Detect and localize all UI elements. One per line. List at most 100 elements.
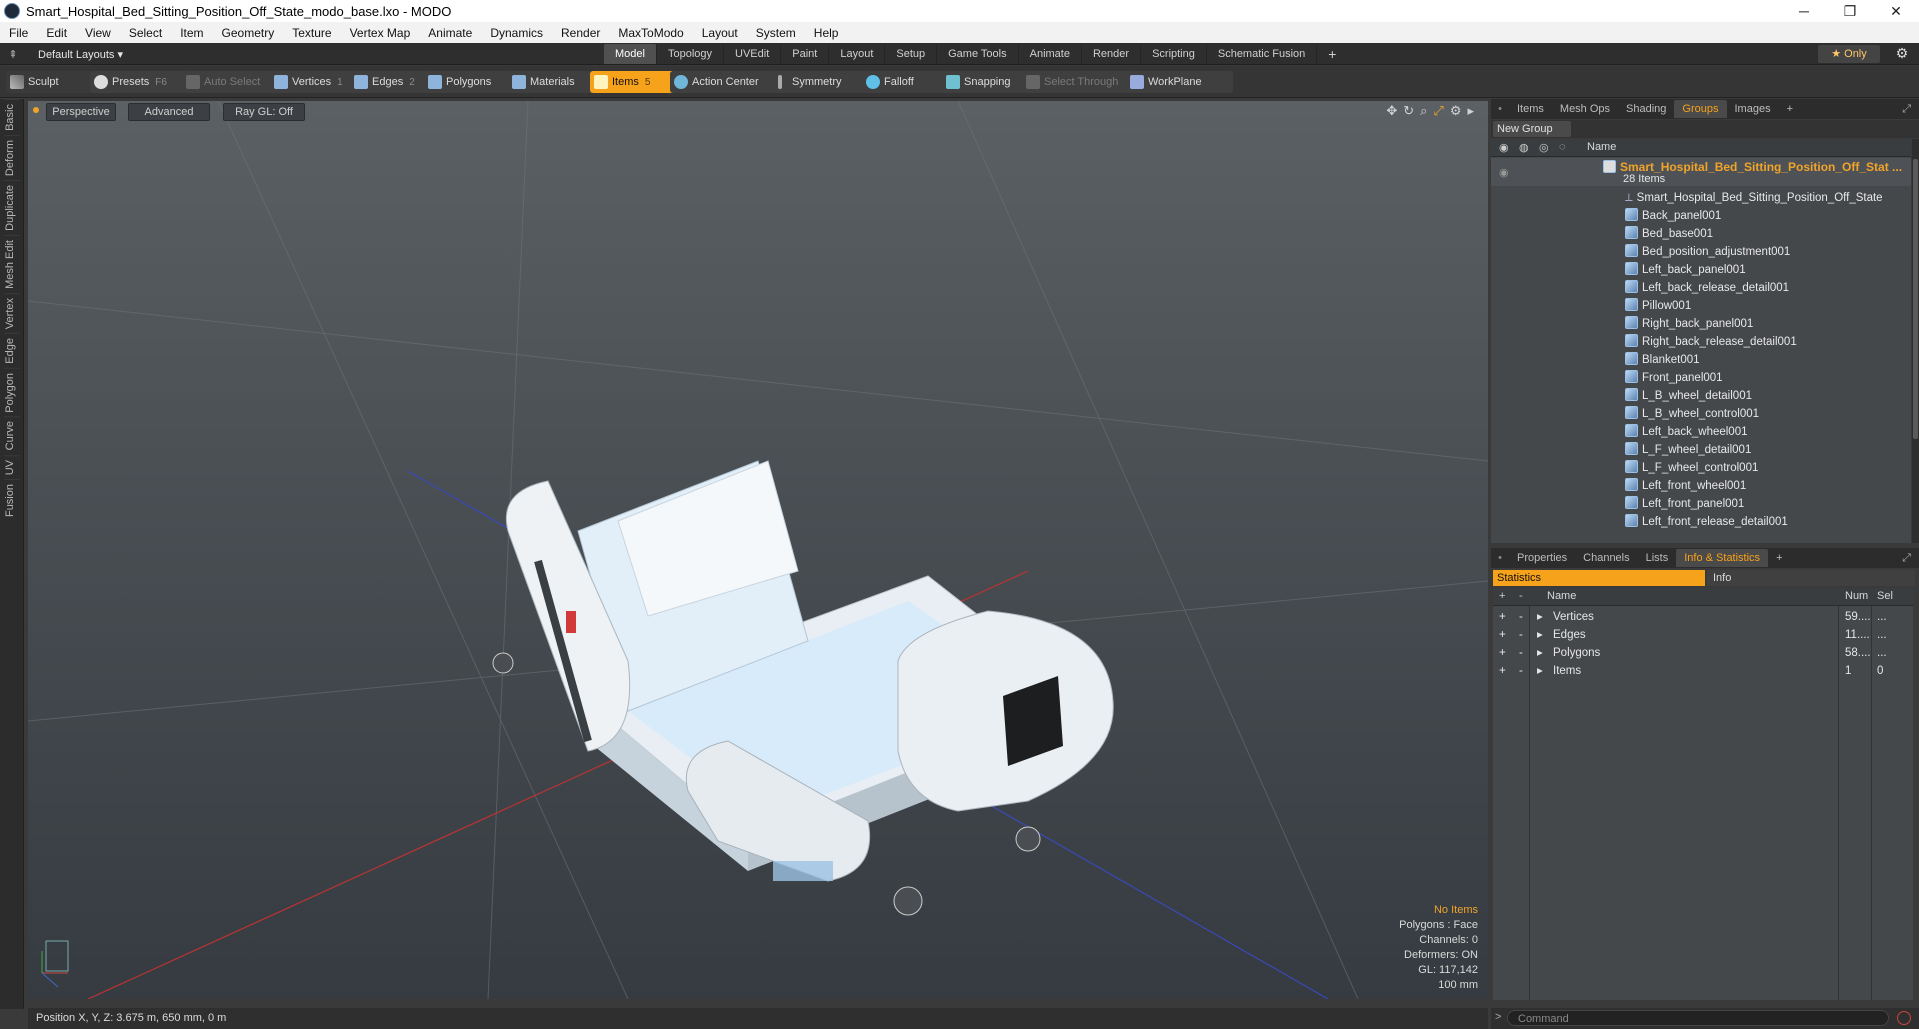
collapse-arrow-icon[interactable]: ⇞: [0, 48, 26, 61]
settings-gear-icon[interactable]: ⚙: [1892, 45, 1912, 63]
tab-lists[interactable]: Lists: [1638, 549, 1677, 567]
menu-maxtomodo[interactable]: MaxToModo: [609, 26, 692, 40]
tab-channels[interactable]: Channels: [1575, 549, 1637, 567]
menu-geometry[interactable]: Geometry: [213, 26, 284, 40]
stat-expand-plus-icon[interactable]: +: [1499, 662, 1506, 680]
stat-num-column-header[interactable]: Num: [1845, 590, 1868, 602]
tab-basic[interactable]: Basic: [3, 99, 20, 135]
rotate-icon[interactable]: ↻: [1403, 103, 1414, 119]
zoom-icon[interactable]: ⌕: [1420, 103, 1427, 119]
tab-scripting[interactable]: Scripting: [1141, 44, 1207, 64]
tab-layout[interactable]: Layout: [829, 44, 886, 64]
render-icon[interactable]: ◍: [1519, 141, 1529, 154]
stat-row-polygons[interactable]: + - ▸ Polygons 58.... ...: [1493, 644, 1907, 662]
info-panel-menu-dot-icon[interactable]: •: [1491, 552, 1509, 564]
hospital-bed-model[interactable]: [492, 460, 1114, 916]
stat-expand-plus-icon[interactable]: +: [1499, 626, 1506, 644]
list-item[interactable]: L_B_wheel_detail001: [1625, 387, 1752, 405]
menu-edit[interactable]: Edit: [37, 26, 76, 40]
minimize-button[interactable]: ─: [1781, 0, 1827, 22]
list-item[interactable]: Bed_position_adjustment001: [1625, 243, 1790, 261]
viewport-more-arrow-icon[interactable]: ▸: [1467, 103, 1474, 119]
tab-edge[interactable]: Edge: [3, 332, 20, 368]
collapse-all-minus-icon[interactable]: -: [1519, 590, 1523, 602]
list-item[interactable]: Right_back_release_detail001: [1625, 333, 1797, 351]
tab-paint[interactable]: Paint: [781, 44, 830, 64]
menu-help[interactable]: Help: [805, 26, 848, 40]
expand-all-plus-icon[interactable]: +: [1499, 590, 1505, 602]
fit-icon[interactable]: ⤢: [1433, 103, 1443, 119]
group-visibility-eye-icon[interactable]: ◉: [1499, 166, 1509, 179]
viewport-settings-gear-icon[interactable]: ⚙: [1450, 103, 1462, 119]
tab-topology[interactable]: Topology: [657, 44, 725, 64]
tab-images[interactable]: Images: [1727, 100, 1779, 118]
expand-panel-icon[interactable]: ⤢: [1902, 103, 1911, 116]
list-item[interactable]: L_B_wheel_control001: [1625, 405, 1759, 423]
tab-deform[interactable]: Deform: [3, 134, 20, 180]
tab-groups[interactable]: Groups: [1674, 100, 1727, 118]
stat-sel-column-header[interactable]: Sel: [1877, 590, 1893, 602]
add-info-tab-button[interactable]: +: [1768, 549, 1790, 567]
panel-menu-dot-icon[interactable]: •: [1491, 103, 1509, 115]
tab-polygon[interactable]: Polygon: [3, 367, 20, 417]
stat-triangle-icon[interactable]: ▸: [1537, 644, 1543, 662]
list-item[interactable]: Left_front_panel001: [1625, 495, 1744, 513]
advanced-dropdown[interactable]: Advanced: [128, 103, 210, 121]
list-item[interactable]: Right_back_panel001: [1625, 315, 1753, 333]
groups-scrollbar[interactable]: [1912, 139, 1919, 543]
statistics-subtab[interactable]: Statistics: [1493, 570, 1705, 586]
list-item[interactable]: Pillow001: [1625, 297, 1691, 315]
maximize-button[interactable]: ❐: [1827, 0, 1873, 22]
stat-triangle-icon[interactable]: ▸: [1537, 626, 1543, 644]
stat-expand-plus-icon[interactable]: +: [1499, 608, 1506, 626]
name-column-header[interactable]: Name: [1587, 141, 1616, 153]
viewport-menu-dot-icon[interactable]: [33, 107, 39, 113]
add-tab-button[interactable]: +: [1317, 44, 1347, 64]
3d-viewport[interactable]: Perspective Advanced Ray GL: Off ✥ ↻ ⌕ ⤢…: [28, 101, 1488, 999]
stat-triangle-icon[interactable]: ▸: [1537, 662, 1543, 680]
tab-game-tools[interactable]: Game Tools: [937, 44, 1019, 64]
list-item[interactable]: Blanket001: [1625, 351, 1700, 369]
list-item[interactable]: Left_front_release_detail001: [1625, 513, 1788, 531]
tab-model[interactable]: Model: [604, 44, 657, 64]
stat-expand-plus-icon[interactable]: +: [1499, 644, 1506, 662]
tab-duplicate[interactable]: Duplicate: [3, 179, 20, 235]
stat-row-vertices[interactable]: + - ▸ Vertices 59.... ...: [1493, 608, 1907, 626]
add-panel-tab-button[interactable]: +: [1779, 100, 1801, 118]
stat-triangle-icon[interactable]: ▸: [1537, 608, 1543, 626]
menu-layout[interactable]: Layout: [693, 26, 747, 40]
perspective-dropdown[interactable]: Perspective: [46, 103, 116, 121]
tab-properties[interactable]: Properties: [1509, 549, 1575, 567]
menu-dynamics[interactable]: Dynamics: [481, 26, 552, 40]
stat-collapse-minus-icon[interactable]: -: [1519, 608, 1523, 626]
command-input[interactable]: Command: [1507, 1010, 1889, 1026]
list-item[interactable]: Left_front_wheel001: [1625, 477, 1746, 495]
tab-uv[interactable]: UV: [3, 454, 20, 480]
list-item-root[interactable]: ⟂ Smart_Hospital_Bed_Sitting_Position_Off…: [1625, 189, 1883, 207]
info-subtab[interactable]: Info: [1707, 570, 1915, 586]
stat-collapse-minus-icon[interactable]: -: [1519, 662, 1523, 680]
close-button[interactable]: ✕: [1873, 0, 1919, 22]
tab-vertex[interactable]: Vertex: [3, 292, 20, 333]
tab-schematic-fusion[interactable]: Schematic Fusion: [1207, 44, 1318, 64]
tab-fusion[interactable]: Fusion: [3, 479, 20, 522]
command-record-icon[interactable]: [1897, 1011, 1911, 1025]
layouts-dropdown[interactable]: ⇞ Default Layouts ▾: [0, 43, 123, 65]
tab-render[interactable]: Render: [1082, 44, 1142, 64]
menu-item[interactable]: Item: [171, 26, 212, 40]
list-item[interactable]: Left_back_wheel001: [1625, 423, 1748, 441]
list-item[interactable]: Back_panel001: [1625, 207, 1721, 225]
menu-animate[interactable]: Animate: [419, 26, 481, 40]
tab-animate[interactable]: Animate: [1019, 44, 1082, 64]
workplane-button[interactable]: WorkPlane: [1126, 71, 1233, 93]
menu-texture[interactable]: Texture: [283, 26, 340, 40]
tab-uvedit[interactable]: UVEdit: [724, 44, 782, 64]
group-row[interactable]: ◉ Smart_Hospital_Bed_Sitting_Position_Of…: [1491, 158, 1911, 186]
stat-row-items[interactable]: + - ▸ Items 1 0: [1493, 662, 1907, 680]
visibility-eye-icon[interactable]: ◉: [1499, 141, 1511, 154]
tab-shading[interactable]: Shading: [1618, 100, 1674, 118]
stat-collapse-minus-icon[interactable]: -: [1519, 644, 1523, 662]
command-prompt-arrow-icon[interactable]: >: [1495, 1011, 1501, 1023]
menu-view[interactable]: View: [76, 26, 120, 40]
raygl-dropdown[interactable]: Ray GL: Off: [223, 103, 305, 121]
